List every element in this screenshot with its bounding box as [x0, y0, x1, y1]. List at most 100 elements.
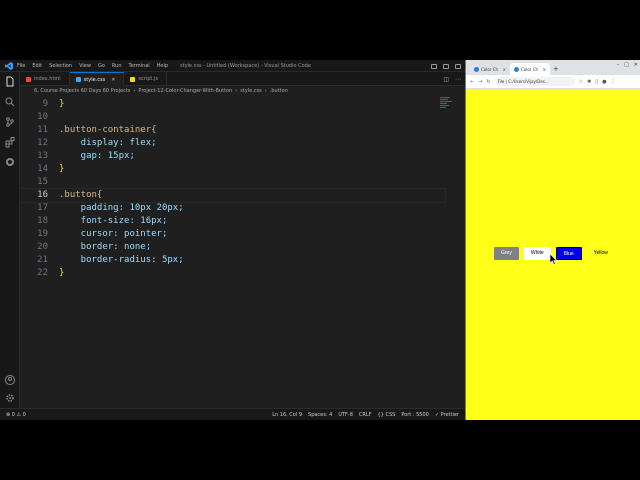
back-icon[interactable]: ← — [470, 79, 474, 85]
more-actions-icon[interactable]: ⋯ — [455, 76, 461, 83]
menu-selection[interactable]: Selection — [49, 60, 72, 72]
tab-label: script.js — [138, 76, 158, 82]
breadcrumb-item[interactable]: Project-12-Color-Changer-With-Button — [138, 88, 232, 94]
split-editor-icon[interactable]: ◫ — [443, 76, 449, 83]
extensions-icon[interactable] — [4, 136, 16, 148]
code-line: 14} — [20, 163, 445, 176]
minimize-icon[interactable]: – — [617, 62, 620, 68]
code-line: 22} — [20, 267, 445, 280]
search-icon[interactable] — [4, 96, 16, 108]
breadcrumb: 6. Course Projects 60 Days 60 Projects › … — [20, 86, 465, 96]
tab-label: index.html — [34, 76, 61, 82]
tab-index-html[interactable]: index.html — [20, 72, 70, 86]
language-mode[interactable]: {} CSS — [378, 409, 396, 420]
line-number: 18 — [37, 216, 48, 226]
window-title: style.css - Untitled (Workspace) - Visua… — [180, 63, 311, 69]
sidebar-icon[interactable]: ▯ — [595, 79, 598, 85]
live-server-port[interactable]: Port : 5500 — [401, 409, 429, 420]
code-line: 18 font-size: 16px; — [20, 215, 445, 228]
line-code: border: none; — [59, 242, 152, 252]
line-code: cursor: pointer; — [59, 229, 168, 239]
line-ending[interactable]: CRLF — [359, 409, 372, 420]
tab-style-css[interactable]: style.css ✕ — [69, 72, 125, 86]
vscode-window: File Edit Selection View Go Run Terminal… — [0, 60, 465, 420]
code-line: 17 padding: 10px 20px; — [20, 202, 445, 215]
account-icon[interactable] — [4, 374, 16, 386]
settings-gear-icon[interactable] — [4, 392, 16, 404]
line-code: } — [59, 99, 65, 109]
tab-script-js[interactable]: script.js — [124, 72, 167, 86]
line-number: 16 — [37, 190, 48, 200]
browser-tab-title: Color Ch — [481, 66, 499, 72]
new-tab-icon[interactable]: + — [550, 63, 559, 75]
url-field[interactable]: File | C:/Users/Vijay/Des... — [494, 77, 575, 86]
code-line: 19 cursor: pointer; — [20, 228, 445, 241]
line-number: 21 — [37, 255, 48, 265]
source-control-icon[interactable] — [4, 116, 16, 128]
menu-view[interactable]: View — [79, 60, 91, 72]
indentation[interactable]: Spaces: 4 — [308, 409, 332, 420]
window-controls — [431, 60, 461, 72]
menu-help[interactable]: Help — [157, 60, 168, 72]
menu-dots-icon[interactable]: ⋮ — [610, 79, 615, 85]
code-line: 13 gap: 15px; — [20, 150, 445, 163]
chevron-right-icon: › — [235, 88, 238, 94]
prettier-status[interactable]: ✓ Prettier — [435, 409, 459, 420]
title-bar: File Edit Selection View Go Run Terminal… — [0, 60, 465, 72]
close-icon[interactable]: ✕ — [503, 67, 506, 72]
chevron-right-icon: › — [133, 88, 136, 94]
maximize-icon[interactable]: □ — [624, 62, 629, 68]
close-tab-icon[interactable]: ✕ — [111, 77, 115, 83]
white-button[interactable]: White — [523, 247, 551, 260]
close-window-icon[interactable]: ✕ — [634, 62, 638, 68]
browser-tab-strip: Color Ch ✕ Color Ch ✕ + – □ ✕ — [466, 60, 640, 75]
menu-run[interactable]: Run — [112, 60, 122, 72]
line-number: 13 — [37, 151, 48, 161]
menu-edit[interactable]: Edit — [32, 60, 42, 72]
problems-status[interactable]: ⊗ 0 ⚠ 0 — [6, 409, 26, 420]
menu-go[interactable]: Go — [98, 60, 105, 72]
line-code: } — [59, 164, 65, 174]
forward-icon[interactable]: → — [478, 79, 482, 85]
browser-window-controls: – □ ✕ — [617, 62, 638, 68]
code-line: 21 border-radius: 5px; — [20, 254, 445, 267]
vscode-logo-icon — [5, 62, 13, 70]
browser-tab[interactable]: Color Ch ✕ — [470, 63, 510, 75]
blue-button[interactable]: Blue — [555, 247, 582, 260]
code-editor[interactable]: 9} 10 11 .button-container{ 12 display: f… — [19, 96, 465, 408]
line-number: 20 — [37, 242, 48, 252]
github-icon[interactable] — [4, 156, 16, 168]
code-line: 9} — [20, 98, 445, 111]
line-number: 14 — [37, 164, 48, 174]
breadcrumb-item[interactable]: .button — [270, 88, 288, 94]
code-line: 10 — [20, 111, 445, 124]
yellow-button[interactable]: Yellow — [586, 247, 615, 260]
breadcrumb-item[interactable]: 6. Course Projects 60 Days 60 Projects — [34, 88, 130, 94]
cursor-position[interactable]: Ln 16, Col 9 — [272, 409, 302, 420]
layout-sidebar-icon[interactable] — [455, 63, 461, 69]
explorer-icon[interactable] — [4, 76, 16, 88]
line-number: 19 — [37, 229, 48, 239]
star-icon[interactable]: ☆ — [579, 79, 583, 85]
minimap[interactable] — [440, 96, 454, 136]
encoding[interactable]: UTF-8 — [338, 409, 353, 420]
extensions-puzzle-icon[interactable]: ✱ — [587, 79, 591, 85]
layout-panel-icon[interactable] — [443, 63, 449, 69]
line-code: .button-container{ — [59, 125, 157, 135]
screen: File Edit Selection View Go Run Terminal… — [0, 60, 640, 420]
browser-tab-active[interactable]: Color Ch ✕ — [510, 63, 550, 75]
menu-file[interactable]: File — [17, 60, 25, 72]
line-code: border-radius: 5px; — [59, 255, 184, 265]
close-icon[interactable]: ✕ — [543, 67, 546, 72]
profile-icon[interactable]: ● — [602, 79, 606, 85]
reload-icon[interactable]: ↻ — [486, 79, 490, 85]
address-bar: ← → ↻ File | C:/Users/Vijay/Des... ☆ ✱ ▯… — [466, 75, 640, 89]
breadcrumb-item[interactable]: style.css — [240, 88, 262, 94]
code-line: 12 display: flex; — [20, 137, 445, 150]
layout-icon[interactable] — [431, 63, 437, 69]
js-file-icon — [130, 76, 136, 82]
line-code: } — [59, 268, 65, 278]
menu-terminal[interactable]: Terminal — [129, 60, 150, 72]
grey-button[interactable]: Grey — [494, 247, 519, 260]
line-code: .button{ — [59, 190, 103, 200]
